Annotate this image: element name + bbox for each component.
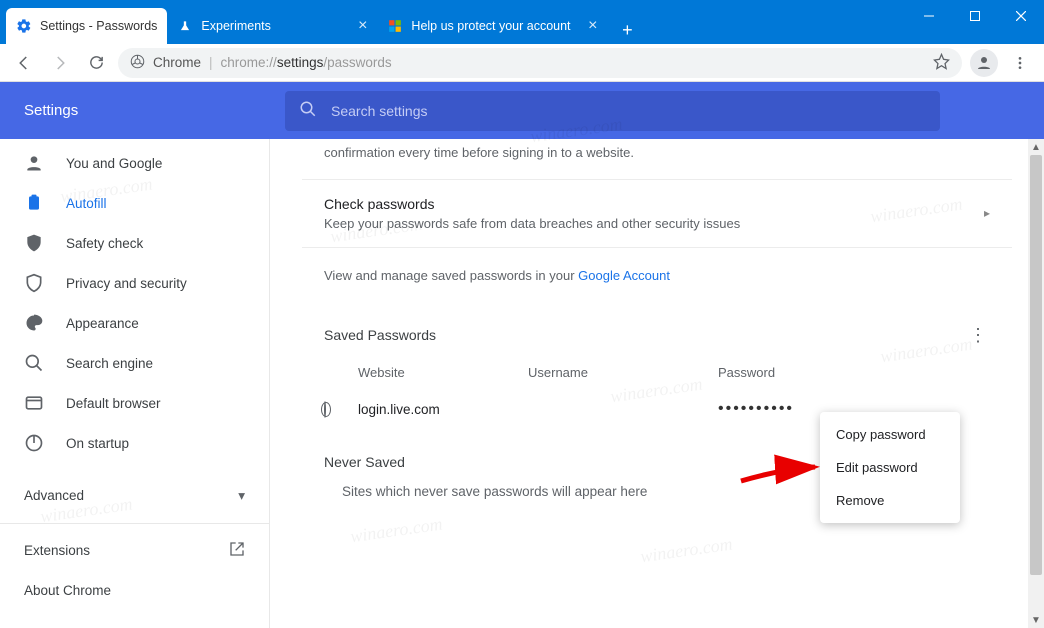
chrome-icon (130, 54, 145, 72)
omnibox-path-mid: settings (277, 55, 324, 70)
annotation-arrow (737, 453, 827, 498)
sidebar-about-label: About Chrome (24, 583, 111, 598)
sidebar-item-autofill[interactable]: Autofill (0, 183, 269, 223)
palette-icon (24, 313, 44, 333)
scroll-thumb[interactable] (1030, 155, 1042, 575)
power-icon (24, 433, 44, 453)
chevron-down-icon: ▾ (238, 488, 245, 504)
shield-check-icon (24, 233, 44, 253)
check-passwords-title: Check passwords (324, 196, 740, 212)
sidebar-item-default-browser[interactable]: Default browser (0, 383, 269, 423)
google-account-link[interactable]: Google Account (578, 268, 670, 283)
sidebar-item-search-engine[interactable]: Search engine (0, 343, 269, 383)
manage-row: View and manage saved passwords in your … (302, 248, 1012, 302)
sidebar-item-label: On startup (66, 436, 129, 451)
window-titlebar: Settings - Passwords Experiments × Help … (0, 0, 1044, 44)
col-website: Website (358, 365, 528, 380)
reload-button[interactable] (82, 49, 110, 77)
confirmation-tail-text: confirmation every time before signing i… (302, 139, 1012, 179)
close-icon[interactable]: × (582, 17, 597, 35)
saved-passwords-header: Saved Passwords (324, 327, 436, 343)
globe-icon (324, 402, 358, 417)
browser-toolbar: Chrome | chrome://settings/passwords (0, 44, 1044, 82)
profile-avatar[interactable] (970, 49, 998, 77)
tab-settings-passwords[interactable]: Settings - Passwords (6, 8, 167, 44)
omnibox-scheme: Chrome (153, 55, 201, 70)
address-bar[interactable]: Chrome | chrome://settings/passwords (118, 48, 962, 78)
new-tab-button[interactable]: + (613, 16, 641, 44)
maximize-button[interactable] (952, 0, 998, 32)
sidebar-about-chrome[interactable]: About Chrome (0, 570, 269, 610)
col-username: Username (528, 365, 718, 380)
tab-label: Help us protect your account (411, 19, 570, 33)
check-passwords-row[interactable]: Check passwords Keep your passwords safe… (302, 179, 1012, 248)
sidebar-item-privacy-security[interactable]: Privacy and security (0, 263, 269, 303)
divider (0, 523, 269, 524)
separator: | (209, 55, 213, 70)
search-icon (299, 100, 317, 121)
omnibox-path-prefix: chrome:// (221, 55, 277, 70)
sidebar-item-label: You and Google (66, 156, 162, 171)
omnibox-path-suffix: /passwords (323, 55, 391, 70)
sidebar-item-on-startup[interactable]: On startup (0, 423, 269, 463)
ctx-edit-password[interactable]: Edit password (820, 451, 960, 484)
settings-header: Settings Search settings (0, 82, 1044, 139)
sidebar-item-label: Safety check (66, 236, 143, 251)
scroll-down-icon[interactable]: ▼ (1028, 612, 1044, 628)
minimize-button[interactable] (906, 0, 952, 32)
gear-icon (16, 18, 32, 34)
ctx-copy-password[interactable]: Copy password (820, 418, 960, 451)
vertical-scrollbar[interactable]: ▲ ▼ (1028, 139, 1044, 628)
ctx-remove[interactable]: Remove (820, 484, 960, 517)
sidebar-advanced[interactable]: Advanced ▾ (0, 473, 269, 517)
window-controls (906, 0, 1044, 32)
page-content: Settings Search settings You and Google (0, 82, 1044, 628)
settings-main: confirmation every time before signing i… (270, 139, 1044, 628)
settings-sidebar: You and Google Autofill Safety check Pri… (0, 139, 270, 628)
tab-label: Settings - Passwords (40, 19, 157, 33)
back-button[interactable] (10, 49, 38, 77)
password-context-menu: Copy password Edit password Remove (820, 412, 960, 523)
chevron-right-icon: ▸ (984, 206, 990, 220)
sidebar-item-label: Search engine (66, 356, 153, 371)
check-passwords-sub: Keep your passwords safe from data breac… (324, 216, 740, 231)
sidebar-item-label: Autofill (66, 196, 107, 211)
flask-icon (177, 18, 193, 34)
microsoft-icon (387, 18, 403, 34)
settings-title: Settings (0, 102, 285, 119)
tab-label: Experiments (201, 19, 270, 33)
sidebar-item-you-and-google[interactable]: You and Google (0, 143, 269, 183)
sidebar-item-label: Privacy and security (66, 276, 187, 291)
col-password: Password (718, 365, 922, 380)
tab-protect-account[interactable]: Help us protect your account × (377, 8, 607, 44)
browser-icon (24, 393, 44, 413)
settings-search[interactable]: Search settings (285, 91, 940, 131)
sidebar-advanced-label: Advanced (24, 488, 84, 503)
bookmark-star-icon[interactable] (933, 53, 950, 73)
close-icon[interactable]: × (352, 17, 367, 35)
password-site[interactable]: login.live.com (358, 402, 528, 417)
person-icon (24, 153, 44, 173)
search-icon (24, 353, 44, 373)
sidebar-item-label: Appearance (66, 316, 139, 331)
forward-button[interactable] (46, 49, 74, 77)
sidebar-item-appearance[interactable]: Appearance (0, 303, 269, 343)
sidebar-item-label: Default browser (66, 396, 161, 411)
sidebar-extensions-label: Extensions (24, 543, 90, 558)
browser-menu-button[interactable] (1006, 49, 1034, 77)
external-link-icon (229, 541, 245, 560)
shield-icon (24, 273, 44, 293)
settings-search-placeholder: Search settings (331, 103, 428, 119)
sidebar-extensions[interactable]: Extensions (0, 530, 269, 570)
passwords-table-header: Website Username Password (302, 355, 1012, 390)
manage-prefix: View and manage saved passwords in your (324, 268, 578, 283)
tab-experiments[interactable]: Experiments × (167, 8, 377, 44)
scroll-up-icon[interactable]: ▲ (1028, 139, 1044, 155)
clipboard-icon (24, 193, 44, 213)
sidebar-item-safety-check[interactable]: Safety check (0, 223, 269, 263)
tab-strip: Settings - Passwords Experiments × Help … (0, 0, 641, 44)
saved-passwords-more-button[interactable]: ⋮ (966, 323, 990, 347)
close-window-button[interactable] (998, 0, 1044, 32)
